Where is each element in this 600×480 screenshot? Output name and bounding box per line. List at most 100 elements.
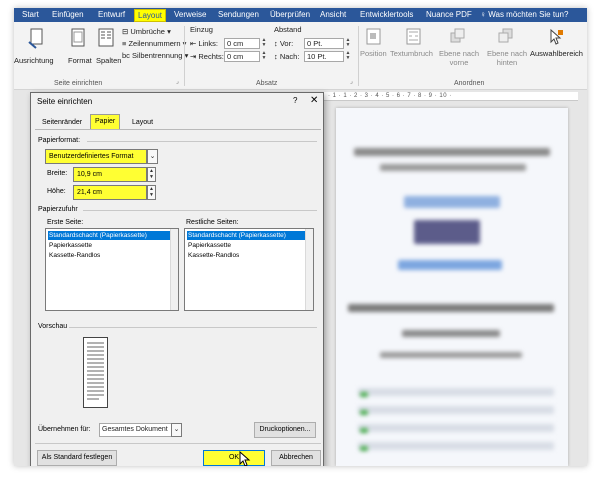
- send-backward-icon: [498, 28, 513, 43]
- text-wrap-button[interactable]: Textumbruch: [390, 49, 433, 58]
- selection-pane-button[interactable]: Auswahlbereich: [530, 49, 583, 58]
- text-wrap-icon: [406, 28, 421, 45]
- list-item[interactable]: Standardschacht (Papierkassette): [187, 231, 305, 240]
- height-label: Höhe:: [47, 188, 66, 195]
- tell-me-search[interactable]: ♀ Was möchten Sie tun?: [480, 9, 568, 21]
- columns-button[interactable]: Spalten: [96, 56, 121, 65]
- document-page[interactable]: [336, 108, 568, 466]
- dialog-title: Seite einrichten: [37, 97, 93, 106]
- tab-mailings[interactable]: Sendungen: [218, 9, 259, 22]
- list-item[interactable]: Standardschacht (Papierkassette): [48, 231, 174, 240]
- spacing-after-text: Nach:: [279, 52, 300, 61]
- indent-right-text: Rechts:: [198, 52, 224, 61]
- paragraph-group-label: Absatz: [256, 80, 278, 87]
- line-numbers-label: Zeilennummern: [128, 39, 181, 48]
- indent-left-spinner[interactable]: ▲ ▼: [261, 38, 267, 49]
- breaks-label: Umbrüche: [130, 27, 165, 36]
- lightbulb-icon: ♀: [480, 10, 489, 19]
- indent-right-label: ⇥ Rechts:: [190, 52, 224, 61]
- apply-to-select[interactable]: Gesamtes Dokument: [99, 423, 175, 437]
- blurred-image: [414, 220, 480, 244]
- blurred-bullet: [360, 410, 368, 415]
- line-numbers-button[interactable]: ≡ Zeilennummern ▾: [122, 39, 186, 48]
- spacing-after-input[interactable]: 10 Pt.: [304, 51, 344, 62]
- bring-forward-button[interactable]: Ebene nach vorne: [434, 49, 484, 67]
- set-default-button[interactable]: Als Standard festlegen: [37, 450, 117, 466]
- list-item[interactable]: Papierkassette: [48, 241, 92, 250]
- blurred-heading: [348, 304, 554, 312]
- tab-start[interactable]: Start: [22, 9, 39, 22]
- ruler-markings: · 1 · 1 · 2 · 3 · 4 · 5 · 6 · 7 · 8 · 9 …: [328, 93, 452, 99]
- blurred-row: [358, 406, 554, 414]
- spacing-before-input[interactable]: 0 Pt.: [304, 38, 344, 49]
- preview-label: Vorschau: [38, 323, 68, 330]
- page-setup-group-label: Seite einrichten: [54, 80, 103, 87]
- blurred-text-line: [380, 164, 526, 171]
- list-scrollbar[interactable]: [305, 229, 313, 310]
- spacing-after-spinner[interactable]: ▲ ▼: [345, 51, 351, 62]
- tab-margins[interactable]: Seitenränder: [39, 117, 85, 129]
- size-button[interactable]: Format: [68, 56, 92, 65]
- indent-left-input[interactable]: 0 cm: [224, 38, 260, 49]
- list-scrollbar[interactable]: [170, 229, 178, 310]
- spacing-before-label: ↕ Vor:: [274, 39, 293, 48]
- list-item[interactable]: Papierkassette: [187, 241, 231, 250]
- page-setup-dialog: Seite einrichten ? ✕ Seitenränder Papier…: [30, 92, 324, 466]
- mouse-cursor-icon: [239, 451, 251, 466]
- tab-design[interactable]: Entwurf: [98, 9, 125, 22]
- paper-format-label: Papierformat:: [38, 137, 81, 144]
- blurred-bullet: [360, 392, 368, 397]
- tab-nuance-pdf[interactable]: Nuance PDF: [426, 9, 472, 22]
- cancel-button[interactable]: Abbrechen: [271, 450, 321, 466]
- hyphenation-button[interactable]: bc Silbentrennung ▾: [122, 51, 188, 60]
- page-preview: [83, 337, 108, 408]
- list-item[interactable]: Kassette-Randlos: [187, 251, 239, 260]
- horizontal-ruler: · 1 · 1 · 2 · 3 · 4 · 5 · 6 · 7 · 8 · 9 …: [324, 92, 578, 101]
- tab-references[interactable]: Verweise: [174, 9, 206, 22]
- width-label: Breite:: [47, 170, 68, 177]
- hyphenation-icon: bc: [122, 51, 133, 60]
- width-input[interactable]: 10,9 cm: [73, 167, 147, 182]
- height-spinner[interactable]: ▲ ▼: [147, 185, 156, 200]
- send-backward-button[interactable]: Ebene nach hinten: [484, 49, 530, 67]
- paragraph-launcher-icon[interactable]: ⌟: [350, 78, 353, 87]
- tab-view[interactable]: Ansicht: [320, 9, 346, 22]
- help-icon[interactable]: ?: [293, 96, 297, 105]
- indent-right-spinner[interactable]: ▲ ▼: [261, 51, 267, 62]
- arrange-group-label: Anordnen: [454, 80, 485, 87]
- close-icon[interactable]: ✕: [310, 95, 318, 106]
- height-input[interactable]: 21,4 cm: [73, 185, 147, 200]
- tab-paper[interactable]: Papier: [90, 114, 121, 129]
- indent-right-input[interactable]: 0 cm: [224, 51, 260, 62]
- page-setup-launcher-icon[interactable]: ⌟: [176, 78, 179, 87]
- paper-format-select[interactable]: Benutzerdefiniertes Format: [45, 149, 147, 164]
- position-icon: [366, 28, 381, 45]
- chevron-down-icon[interactable]: ⌄: [171, 423, 182, 437]
- indent-label: Einzug: [190, 25, 213, 34]
- blurred-text-line: [402, 330, 500, 337]
- position-button[interactable]: Position: [360, 49, 387, 58]
- other-pages-label: Restliche Seiten:: [186, 219, 239, 226]
- ok-button[interactable]: OK: [203, 450, 265, 466]
- spacing-before-spinner[interactable]: ▲ ▼: [345, 38, 351, 49]
- screenshot-frame: Start Einfügen Entwurf Layout Verweise S…: [0, 0, 600, 480]
- list-item[interactable]: Kassette-Randlos: [48, 251, 100, 260]
- apply-to-label: Übernehmen für:: [38, 426, 91, 433]
- tab-insert[interactable]: Einfügen: [52, 9, 84, 22]
- blurred-bullet: [360, 428, 368, 433]
- section-divider: [83, 210, 317, 211]
- section-divider: [35, 443, 321, 444]
- first-page-label: Erste Seite:: [47, 219, 84, 226]
- chevron-down-icon[interactable]: ⌄: [147, 149, 158, 164]
- tab-layout[interactable]: Layout: [134, 9, 167, 22]
- tab-review[interactable]: Überprüfen: [270, 9, 310, 22]
- breaks-button[interactable]: ⊟ Umbrüche ▾: [122, 27, 171, 36]
- width-spinner[interactable]: ▲ ▼: [147, 167, 156, 182]
- tab-developer[interactable]: Entwicklertools: [360, 9, 413, 22]
- page-size-icon: [71, 28, 85, 47]
- ribbon-tab-strip: Start Einfügen Entwurf Layout Verweise S…: [14, 8, 587, 22]
- orientation-button[interactable]: Ausrichtung: [14, 56, 54, 65]
- print-options-button[interactable]: Druckoptionen...: [254, 422, 316, 438]
- spacing-before-text: Vor:: [279, 39, 294, 48]
- tab-layout-dialog[interactable]: Layout: [129, 117, 156, 129]
